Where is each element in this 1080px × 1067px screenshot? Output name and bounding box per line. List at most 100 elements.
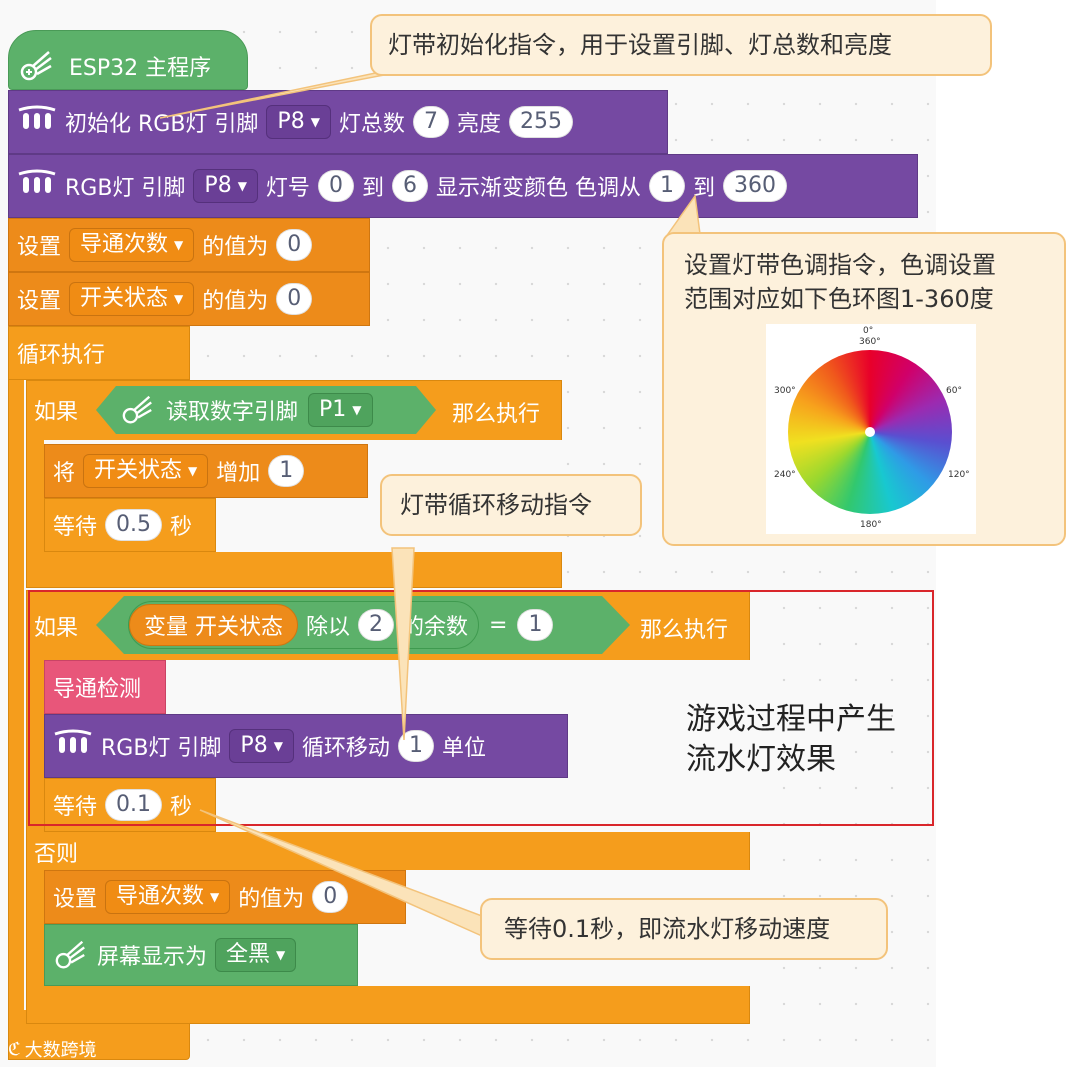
pin-value: P8 — [277, 109, 305, 134]
value-label: 的值为 — [202, 235, 269, 260]
variable-name: 导通次数 — [80, 232, 169, 257]
screen-display-label: 屏幕显示为 — [97, 945, 208, 970]
pin-dropdown[interactable]: P1 ▼ — [308, 393, 373, 427]
pin-dropdown[interactable]: P8 ▼ — [266, 105, 331, 139]
led-count-input[interactable]: 7 — [412, 106, 449, 138]
wait-seconds-input[interactable]: 0.5 — [105, 509, 163, 541]
led-strip-icon — [17, 169, 57, 203]
to-label: 到 — [361, 176, 384, 201]
wait-callout-text: 等待0.1秒，即流水灯移动速度 — [504, 915, 831, 943]
init-callout-text: 灯带初始化指令，用于设置引脚、灯总数和亮度 — [388, 31, 892, 59]
hue-callout-line2: 范围对应如下色环图1-360度 — [684, 285, 994, 313]
then-label: 那么执行 — [452, 402, 541, 427]
screen-option-dropdown[interactable]: 全黑 ▼ — [215, 938, 297, 972]
wait-callout: 等待0.1秒，即流水灯移动速度 — [480, 898, 888, 960]
hue-to-label: 到 — [692, 176, 715, 201]
set-conduction-count-block[interactable]: 设置 导通次数 ▼ 的值为 0 — [8, 218, 370, 272]
variable-name: 开关状态 — [80, 286, 169, 311]
read-pin-label: 读取数字引脚 — [166, 400, 299, 425]
value-input[interactable]: 0 — [276, 283, 313, 315]
effect-annotation: 游戏过程中产生 流水灯效果 — [686, 700, 896, 780]
hue-callout-line1: 设置灯带色调指令，色调设置 — [684, 251, 996, 279]
gradient-mid-label: 显示渐变颜色 色调从 — [435, 176, 641, 201]
rgb-init-prefix: 初始化 RGB灯 引脚 — [65, 112, 259, 137]
hue-color-wheel: 0° 360° 60° 120° 180° 240° 300° — [766, 324, 976, 534]
shift-callout-text: 灯带循环移动指令 — [400, 491, 592, 519]
gradient-prefix: RGB灯 引脚 — [65, 176, 186, 201]
hue-to-input[interactable]: 360 — [722, 170, 787, 202]
screen-display-block[interactable]: 屏幕显示为 全黑 ▼ — [44, 924, 358, 986]
set-switch-state-block[interactable]: 设置 开关状态 ▼ 的值为 0 — [8, 272, 370, 326]
led-index-label: 灯号 — [265, 176, 310, 201]
forever-loop-block[interactable]: 循环执行 — [8, 326, 190, 380]
led-strip-icon — [17, 105, 57, 139]
wait-label: 等待 — [53, 515, 98, 540]
increase-label: 增加 — [216, 461, 261, 486]
hue-wheel-center — [865, 427, 875, 437]
watermark-logo-icon: ℭ — [8, 1038, 21, 1060]
esp32-main-hat-block[interactable]: ESP32 主程序 — [8, 30, 248, 90]
pin-value: P1 — [319, 397, 347, 422]
set-conduction-count-block-2[interactable]: 设置 导通次数 ▼ 的值为 0 — [44, 870, 406, 924]
variable-name: 开关状态 — [94, 458, 183, 483]
forever-loop-label: 循环执行 — [17, 343, 106, 368]
wait-block-1[interactable]: 等待 0.5 秒 — [44, 498, 216, 552]
dropdown-caret-icon: ▼ — [352, 403, 362, 417]
pin-dropdown[interactable]: P8 ▼ — [193, 169, 258, 203]
wheel-label-360: 360° — [859, 337, 881, 347]
count-label: 灯总数 — [338, 112, 405, 137]
hat-label: ESP32 主程序 — [69, 56, 212, 81]
microbit-wave-icon — [19, 48, 55, 84]
variable-dropdown[interactable]: 导通次数 ▼ — [105, 880, 231, 914]
microbit-wave-icon — [120, 392, 156, 428]
watermark: ℭ 大数跨境 — [8, 1036, 97, 1062]
shift-callout: 灯带循环移动指令 — [380, 474, 642, 536]
if-label: 如果 — [34, 400, 79, 425]
microbit-wave-icon — [53, 937, 89, 973]
dropdown-caret-icon: ▼ — [174, 292, 184, 306]
increment-input[interactable]: 1 — [268, 455, 305, 487]
dropdown-caret-icon: ▼ — [237, 179, 247, 193]
wheel-label-120: 120° — [948, 470, 970, 480]
value-input[interactable]: 0 — [312, 881, 349, 913]
change-variable-block[interactable]: 将 开关状态 ▼ 增加 1 — [44, 444, 368, 498]
brightness-input[interactable]: 255 — [508, 106, 573, 138]
set-label: 设置 — [53, 887, 98, 912]
read-digital-pin-reporter[interactable]: 读取数字引脚 P1 ▼ — [96, 386, 436, 434]
rgb-init-block[interactable]: 初始化 RGB灯 引脚 P8 ▼ 灯总数 7 亮度 255 — [8, 90, 668, 154]
else-label-row: 否则 — [26, 834, 226, 870]
else-label: 否则 — [34, 842, 79, 867]
dropdown-caret-icon: ▼ — [210, 890, 220, 904]
hue-from-input[interactable]: 1 — [648, 170, 685, 202]
wheel-label-240: 240° — [774, 470, 796, 480]
value-input[interactable]: 0 — [276, 229, 313, 261]
change-label: 将 — [53, 461, 76, 486]
effect-line2: 流水灯效果 — [686, 742, 836, 777]
variable-name: 导通次数 — [116, 884, 205, 909]
wheel-label-300: 300° — [774, 386, 796, 396]
rgb-gradient-block[interactable]: RGB灯 引脚 P8 ▼ 灯号 0 到 6 显示渐变颜色 色调从 1 到 360 — [8, 154, 918, 218]
set-label: 设置 — [17, 235, 62, 260]
led-from-input[interactable]: 0 — [317, 170, 354, 202]
value-label: 的值为 — [238, 887, 305, 912]
watermark-text: 大数跨境 — [24, 1040, 97, 1061]
led-to-input[interactable]: 6 — [391, 170, 428, 202]
dropdown-caret-icon: ▼ — [276, 948, 286, 962]
dropdown-caret-icon: ▼ — [188, 464, 198, 478]
value-label: 的值为 — [202, 289, 269, 314]
seconds-unit: 秒 — [170, 515, 193, 540]
variable-dropdown[interactable]: 导通次数 ▼ — [69, 228, 195, 262]
effect-line1: 游戏过程中产生 — [686, 702, 896, 737]
init-callout: 灯带初始化指令，用于设置引脚、灯总数和亮度 — [370, 14, 992, 76]
brightness-label: 亮度 — [456, 112, 501, 137]
variable-dropdown[interactable]: 开关状态 ▼ — [69, 282, 195, 316]
pin-value: P8 — [204, 173, 232, 198]
dropdown-caret-icon: ▼ — [174, 238, 184, 252]
wheel-label-180: 180° — [860, 520, 882, 530]
set-label: 设置 — [17, 289, 62, 314]
wheel-label-0: 0° — [863, 326, 874, 336]
dropdown-caret-icon: ▼ — [310, 115, 320, 129]
variable-dropdown[interactable]: 开关状态 ▼ — [83, 454, 209, 488]
screen-option-value: 全黑 — [226, 942, 271, 967]
wheel-label-60: 60° — [946, 386, 962, 396]
